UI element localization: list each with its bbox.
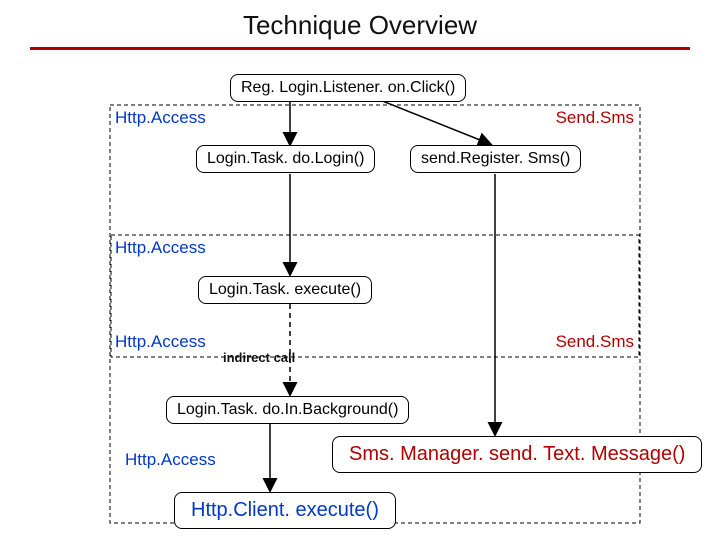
page-title: Technique Overview xyxy=(0,10,720,41)
node-sendRegister: send.Register. Sms() xyxy=(410,145,581,173)
label-httpaccess-4: Http.Access xyxy=(125,450,216,470)
indirect-call-label: indirect call xyxy=(223,350,295,365)
node-root: Reg. Login.Listener. on.Click() xyxy=(230,74,466,102)
label-sendsms-2: Send.Sms xyxy=(556,332,634,352)
node-doLogin: Login.Task. do.Login() xyxy=(196,145,375,173)
label-httpaccess-3: Http.Access xyxy=(115,332,206,352)
node-httpExecute: Http.Client. execute() xyxy=(174,492,396,529)
label-sendsms-1: Send.Sms xyxy=(556,108,634,128)
node-doInBackground: Login.Task. do.In.Background() xyxy=(166,396,409,424)
diagram-canvas: Reg. Login.Listener. on.Click() Http.Acc… xyxy=(0,50,720,530)
label-httpaccess-1: Http.Access xyxy=(115,108,206,128)
node-execute: Login.Task. execute() xyxy=(198,276,372,304)
label-httpaccess-2: Http.Access xyxy=(115,238,206,258)
node-smsManager: Sms. Manager. send. Text. Message() xyxy=(332,436,702,473)
